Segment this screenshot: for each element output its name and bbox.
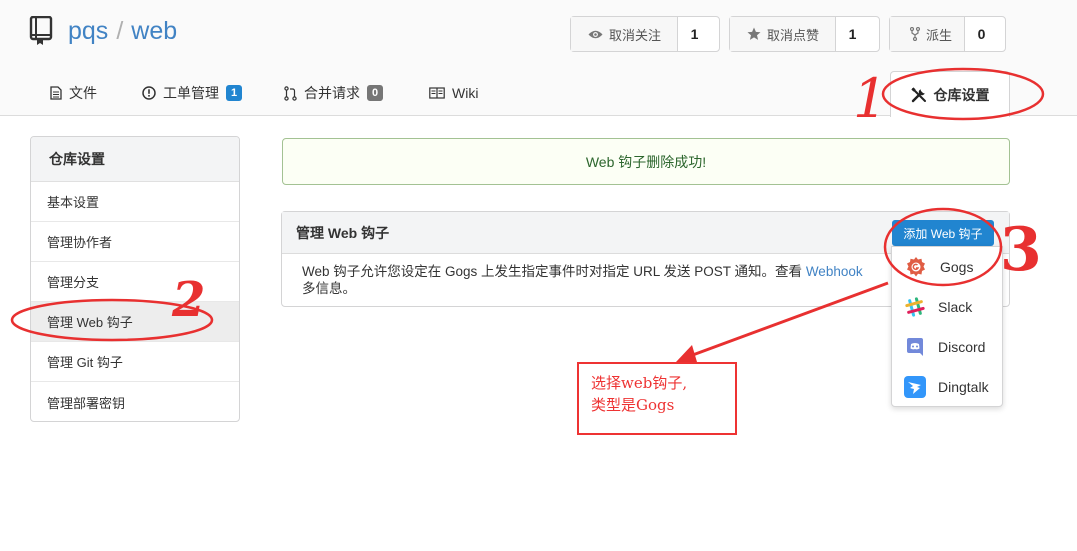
annotation-circle-settings-tab — [881, 67, 1045, 121]
annotation-overlay: 1 2 3 — [10, 67, 1045, 362]
annotation-arrow-line — [689, 281, 889, 358]
annotation-step-3: 3 — [1000, 215, 1042, 285]
annotation-note-box: 选择web钩子, 类型是Gogs — [577, 362, 737, 435]
annotation-step-1: 1 — [853, 67, 887, 130]
annotation-arrow-head — [676, 345, 697, 362]
annotation-circle-gogs-option — [883, 207, 1003, 287]
annotation-note-line-2: 类型是Gogs — [591, 396, 675, 414]
annotation-step-2: 2 — [171, 272, 205, 328]
annotation-note-line-1: 选择web钩子, — [591, 374, 688, 392]
